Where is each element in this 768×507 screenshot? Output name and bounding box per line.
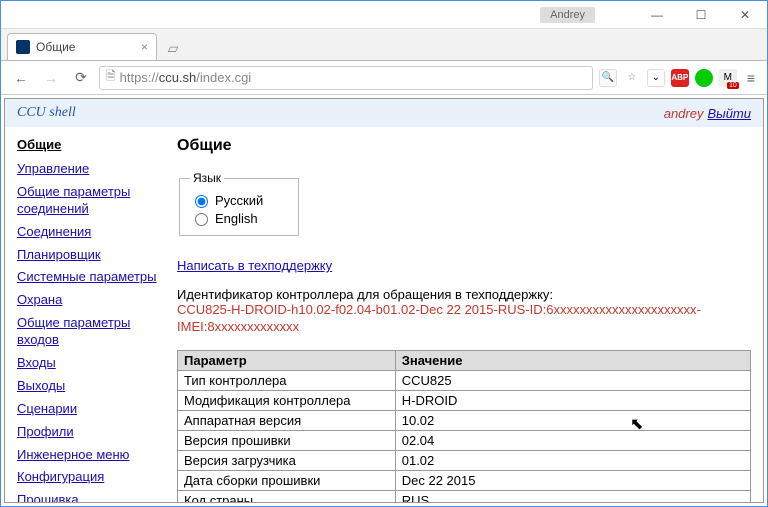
search-icon[interactable]: 🔍	[599, 69, 617, 87]
sidebar-item[interactable]: Общие параметры соединений	[17, 181, 167, 221]
pocket-extension-icon[interactable]: ⌄	[647, 69, 665, 87]
sidebar-item[interactable]: Конфигурация	[17, 466, 167, 489]
table-cell-value: RUS	[395, 490, 750, 503]
table-row: Версия прошивки02.04	[178, 430, 751, 450]
table-header-param: Параметр	[178, 350, 396, 370]
window-user-tag: Andrey	[540, 7, 595, 23]
table-cell-value: 01.02	[395, 450, 750, 470]
sidebar-item[interactable]: Охрана	[17, 289, 167, 312]
browser-menu-icon[interactable]: ≡	[743, 70, 759, 86]
language-radio-ru[interactable]: Русский	[190, 191, 288, 209]
table-cell-value: H-DROID	[395, 390, 750, 410]
params-table: Параметр Значение Тип контроллераCCU825М…	[177, 350, 751, 503]
address-bar: ← → ⟳ 🗎 https://ccu.sh/index.cgi 🔍 ☆ ⌄ A…	[1, 61, 767, 95]
table-row: Код страныRUS	[178, 490, 751, 503]
support-link[interactable]: Написать в техподдержку	[177, 258, 332, 273]
table-cell-param: Тип контроллера	[178, 370, 396, 390]
sidebar-item[interactable]: Общие параметры входов	[17, 312, 167, 352]
page-title: Общие	[177, 137, 751, 155]
extension-icon[interactable]	[695, 69, 713, 87]
logout-link[interactable]: Выйти	[707, 106, 751, 121]
header-user: andrey	[664, 106, 704, 121]
sidebar: Общие УправлениеОбщие параметры соединен…	[17, 135, 167, 503]
sidebar-item[interactable]: Системные параметры	[17, 266, 167, 289]
sidebar-item[interactable]: Прошивка	[17, 489, 167, 503]
table-cell-value: 02.04	[395, 430, 750, 450]
table-cell-value: CCU825	[395, 370, 750, 390]
new-tab-button[interactable]: ▱	[161, 36, 185, 60]
favicon-icon	[16, 40, 30, 54]
page-content: CCU shell andrey Выйти Общие УправлениеО…	[4, 98, 764, 503]
window-close-button[interactable]: ✕	[723, 1, 767, 29]
reload-button[interactable]: ⟳	[69, 66, 93, 90]
shell-name: CCU shell	[17, 105, 76, 121]
url-text: https://ccu.sh/index.cgi	[120, 70, 252, 85]
table-cell-param: Код страны	[178, 490, 396, 503]
table-cell-param: Дата сборки прошивки	[178, 470, 396, 490]
browser-tab[interactable]: Общие ×	[7, 33, 157, 60]
table-cell-param: Модификация контроллера	[178, 390, 396, 410]
table-cell-value: Dec 22 2015	[395, 470, 750, 490]
tab-close-icon[interactable]: ×	[141, 40, 148, 54]
table-row: Дата сборки прошивкиDec 22 2015	[178, 470, 751, 490]
window-maximize-button[interactable]: ☐	[679, 1, 723, 29]
main-panel: Общие Язык Русский English Написать в те…	[177, 135, 751, 503]
table-header-value: Значение	[395, 350, 750, 370]
sidebar-item[interactable]: Инженерное меню	[17, 444, 167, 467]
table-cell-value: 10.02	[395, 410, 750, 430]
window-minimize-button[interactable]: —	[635, 1, 679, 29]
table-row: Тип контроллераCCU825	[178, 370, 751, 390]
table-cell-param: Аппаратная версия	[178, 410, 396, 430]
adblock-extension-icon[interactable]: ABP	[671, 69, 689, 87]
radio-ru-label: Русский	[215, 193, 263, 208]
sidebar-active-item[interactable]: Общие	[17, 135, 167, 158]
language-radio-en[interactable]: English	[190, 209, 288, 227]
tab-title: Общие	[36, 40, 135, 54]
sidebar-item[interactable]: Сценарии	[17, 398, 167, 421]
url-input[interactable]: 🗎 https://ccu.sh/index.cgi	[99, 66, 593, 90]
sidebar-item[interactable]: Входы	[17, 352, 167, 375]
sidebar-item[interactable]: Выходы	[17, 375, 167, 398]
back-button[interactable]: ←	[9, 66, 33, 90]
table-cell-param: Версия загрузчика	[178, 450, 396, 470]
page-info-icon[interactable]: 🗎	[106, 67, 116, 88]
sidebar-item[interactable]: Планировщик	[17, 244, 167, 267]
table-row: Версия загрузчика01.02	[178, 450, 751, 470]
page-header: CCU shell andrey Выйти	[5, 99, 763, 127]
window-title-bar: Andrey — ☐ ✕	[1, 1, 767, 29]
identifier-label: Идентификатор контроллера для обращения …	[177, 287, 751, 302]
table-row: Аппаратная версия10.02	[178, 410, 751, 430]
language-legend: Язык	[190, 171, 224, 185]
table-row: Модификация контроллераH-DROID	[178, 390, 751, 410]
table-cell-param: Версия прошивки	[178, 430, 396, 450]
sidebar-item[interactable]: Соединения	[17, 221, 167, 244]
tab-strip: Общие × ▱	[1, 29, 767, 61]
identifier-value: CCU825-H-DROID-h10.02-f02.04-b01.02-Dec …	[177, 302, 751, 336]
gmail-extension-icon[interactable]: M	[719, 69, 737, 87]
forward-button[interactable]: →	[39, 66, 63, 90]
bookmark-icon[interactable]: ☆	[623, 69, 641, 87]
sidebar-item[interactable]: Управление	[17, 158, 167, 181]
radio-en-input[interactable]	[195, 213, 208, 226]
sidebar-item[interactable]: Профили	[17, 421, 167, 444]
radio-en-label: English	[215, 211, 258, 226]
radio-ru-input[interactable]	[195, 195, 208, 208]
language-fieldset: Язык Русский English	[179, 171, 299, 236]
